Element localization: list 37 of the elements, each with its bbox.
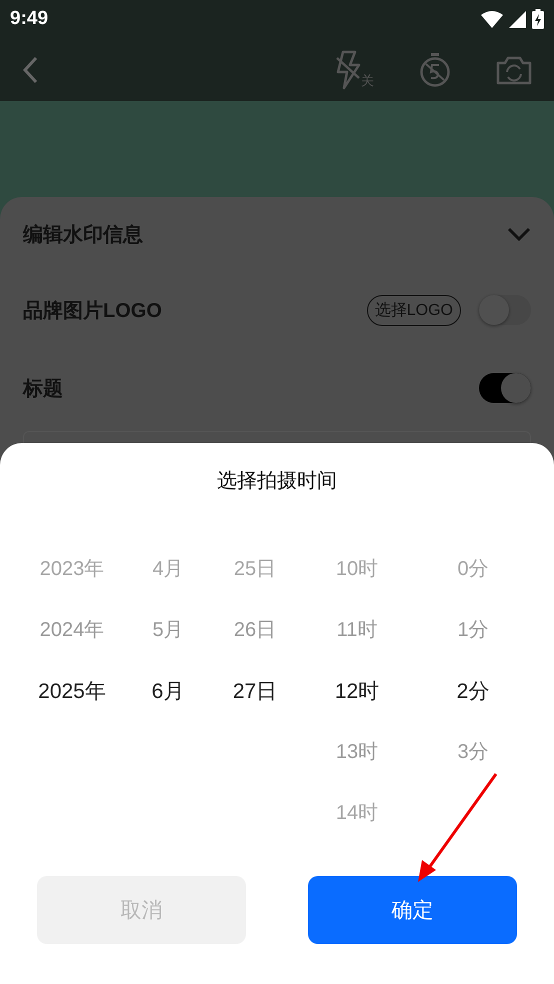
picker-option[interactable]: 14时 — [336, 783, 378, 844]
battery-icon — [532, 9, 544, 29]
wifi-icon — [481, 10, 503, 28]
picker-option[interactable]: 13时 — [336, 722, 378, 783]
picker-option[interactable]: 3分 — [457, 722, 489, 783]
confirm-button[interactable]: 确定 — [308, 876, 517, 944]
picker-option[interactable]: 5月 — [152, 600, 184, 661]
signal-icon — [509, 10, 526, 28]
picker-option[interactable]: 4月 — [152, 539, 184, 600]
panel-title: 编辑水印信息 — [23, 222, 143, 248]
timer-icon[interactable] — [419, 52, 451, 88]
picker-option[interactable]: 2023年 — [40, 539, 104, 600]
flash-off-button[interactable]: 关 — [335, 50, 374, 90]
picker-option[interactable]: 12时 — [334, 661, 380, 722]
cancel-button[interactable]: 取消 — [37, 876, 246, 944]
setting-label: 标题 — [23, 376, 63, 402]
picker-option[interactable]: 11时 — [336, 600, 378, 661]
picker-option[interactable]: 0分 — [457, 539, 489, 600]
choose-logo-button[interactable]: 选择LOGO — [366, 294, 461, 326]
toggle-switch[interactable] — [479, 373, 531, 403]
picker-option[interactable]: 6月 — [152, 661, 184, 722]
picker-option[interactable]: 1分 — [457, 600, 489, 661]
picker-option[interactable]: 26日 — [234, 600, 276, 661]
picker-option[interactable]: 2分 — [456, 661, 490, 722]
picker-option[interactable]: 2024年 — [40, 600, 104, 661]
picker-option[interactable]: 10时 — [336, 539, 378, 600]
status-time: 9:49 — [10, 8, 48, 30]
picker-title: 选择拍摄时间 — [217, 469, 337, 494]
switch-camera-icon[interactable] — [496, 54, 532, 84]
picker-option[interactable]: 27日 — [232, 661, 278, 722]
picker-option[interactable]: 2025年 — [38, 661, 106, 722]
flash-label: 关 — [361, 72, 374, 90]
collapse-chevron-icon[interactable] — [507, 227, 531, 241]
picker-option[interactable]: 25日 — [234, 539, 276, 600]
back-icon[interactable] — [22, 56, 38, 84]
setting-label: 品牌图片LOGO — [23, 298, 162, 324]
toggle-switch[interactable] — [479, 295, 531, 325]
